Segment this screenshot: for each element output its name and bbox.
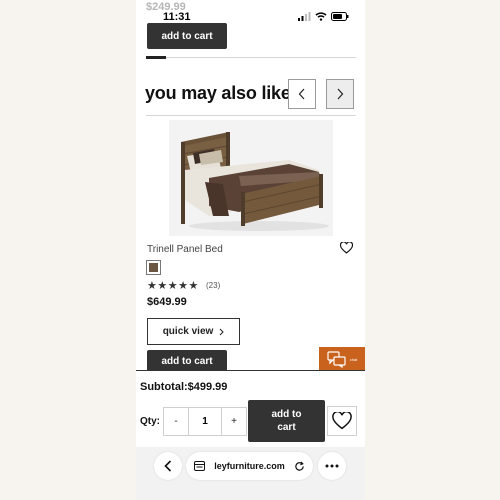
url-text: leyfurniture.com xyxy=(214,461,285,471)
more-icon xyxy=(325,464,339,468)
signal-icon xyxy=(298,12,311,21)
quantity-stepper: - 1 + xyxy=(163,407,247,436)
qty-decrease-button[interactable]: - xyxy=(164,408,188,435)
subtotal: Subtotal:$499.99 xyxy=(140,381,228,393)
add-to-cart-label: add to cart xyxy=(271,409,302,433)
tabs-icon[interactable] xyxy=(194,461,205,471)
add-to-cart-button[interactable]: add to cart xyxy=(147,350,227,372)
chat-button[interactable]: chat xyxy=(319,347,365,372)
wishlist-button[interactable] xyxy=(339,241,354,259)
chat-bubbles-icon xyxy=(327,351,346,368)
color-swatch[interactable] xyxy=(146,260,161,275)
chevron-left-icon xyxy=(298,88,305,100)
carousel-indicator xyxy=(146,56,166,59)
product-image[interactable] xyxy=(169,120,333,236)
review-count[interactable]: (23) xyxy=(206,281,220,290)
chevron-left-icon xyxy=(164,460,172,472)
wishlist-button[interactable] xyxy=(327,406,357,436)
swatch-color xyxy=(149,263,158,272)
browser-more-button[interactable] xyxy=(318,452,346,480)
qty-label: Qty: xyxy=(140,416,160,427)
product-name[interactable]: Trinell Panel Bed xyxy=(147,244,223,255)
chat-label: chat xyxy=(349,357,358,362)
reload-icon[interactable] xyxy=(294,460,305,472)
add-to-cart-main-button[interactable]: add to cart xyxy=(248,400,325,442)
qty-increase-button[interactable]: + xyxy=(222,408,246,435)
phone-screen: $249.99 11:31 add to cart you may also l… xyxy=(136,0,365,500)
quick-view-label: quick view xyxy=(162,326,214,337)
heart-icon xyxy=(332,412,352,430)
qty-input[interactable]: 1 xyxy=(188,408,222,435)
heart-icon xyxy=(339,241,354,254)
status-icons xyxy=(298,12,349,21)
status-time: 11:31 xyxy=(163,11,191,23)
address-bar[interactable]: leyfurniture.com xyxy=(186,452,313,480)
rating-stars: ★★★★★ xyxy=(147,280,199,292)
product-price: $649.99 xyxy=(147,296,187,308)
quick-view-button[interactable]: quick view xyxy=(147,318,240,345)
carousel-next-button[interactable] xyxy=(326,79,354,109)
browser-back-button[interactable] xyxy=(154,452,182,480)
chevron-right-icon xyxy=(337,88,344,100)
divider xyxy=(146,57,356,58)
section-title: you may also like xyxy=(145,83,291,103)
add-to-cart-button[interactable]: add to cart xyxy=(147,23,227,49)
carousel-prev-button[interactable] xyxy=(288,79,316,109)
wifi-icon xyxy=(315,12,327,21)
divider xyxy=(146,115,356,116)
chevron-right-icon xyxy=(219,328,224,335)
battery-icon xyxy=(331,12,349,21)
